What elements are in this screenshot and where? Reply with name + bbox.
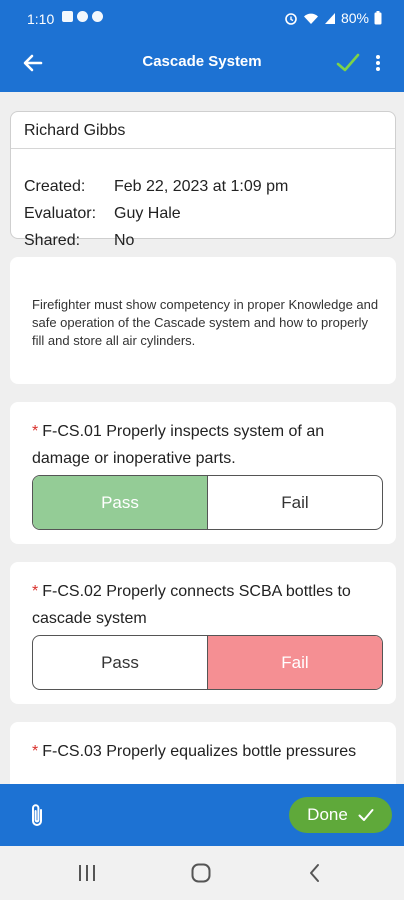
recent-apps-icon[interactable] [77,862,97,884]
done-button[interactable]: Done [289,797,392,833]
pass-fail-toggle: Pass Fail [32,635,383,690]
paperclip-icon[interactable] [26,802,48,830]
pass-fail-toggle: Pass Fail [32,475,383,530]
question-label: F-CS.02 Properly connects SCBA bottles t… [32,583,351,627]
signal-icon [324,12,335,24]
question-text: * F-CS.02 Properly connects SCBA bottles … [32,578,382,632]
pass-button[interactable]: Pass [33,636,208,689]
question-text: * F-CS.03 Properly equalizes bottle press… [32,738,382,765]
bottom-action-bar: Done [0,784,404,846]
checkmark-icon[interactable] [335,50,361,76]
back-nav-icon[interactable] [308,862,322,884]
check-icon [358,809,374,821]
candidate-name: Richard Gibbs [24,122,126,139]
description-card: Firefighter must show competency in prop… [10,257,396,384]
created-value: Feb 22, 2023 at 1:09 pm [114,178,289,195]
fail-button[interactable]: Fail [208,636,382,689]
created-label: Created: [24,178,86,195]
divider [11,148,395,149]
shared-row: Shared: No [24,232,134,250]
wifi-icon [303,13,318,24]
evaluator-label: Evaluator: [24,205,97,222]
question-label: F-CS.03 Properly equalizes bottle pressu… [42,743,357,760]
more-vert-icon[interactable] [371,50,385,76]
question-card-1: * F-CS.01 Properly inspects system of an … [10,402,396,544]
question-text: * F-CS.01 Properly inspects system of an … [32,418,382,472]
shared-value: No [114,232,135,249]
content-area[interactable]: Richard Gibbs Created: Feb 22, 2023 at 1… [0,92,404,784]
fail-button[interactable]: Fail [208,476,382,529]
status-bar: 1:10 80% [0,0,404,36]
required-marker: * [32,423,39,440]
created-row: Created: Feb 22, 2023 at 1:09 pm [24,178,288,196]
battery-percent: 80% [340,10,369,26]
record-info-card: Richard Gibbs Created: Feb 22, 2023 at 1… [10,111,396,249]
system-nav-bar [0,846,404,900]
gallery-notification-icon [62,11,73,22]
home-icon[interactable] [190,862,212,884]
status-time: 1:10 [27,11,55,27]
done-label: Done [307,805,348,824]
evaluator-value: Guy Hale [114,205,181,222]
pass-button[interactable]: Pass [33,476,208,529]
status-right: 80% [284,10,382,26]
question-card-2: * F-CS.02 Properly connects SCBA bottles … [10,562,396,704]
app-bar: Cascade System [0,36,404,92]
battery-icon [374,11,382,25]
question-label: F-CS.01 Properly inspects system of an d… [32,423,325,467]
question-card-3: * F-CS.03 Properly equalizes bottle press… [10,722,396,784]
app-notification-icon [77,11,88,22]
notification-icons [62,11,103,22]
evaluator-row: Evaluator: Guy Hale [24,205,181,223]
description-text: Firefighter must show competency in prop… [32,297,379,348]
messenger-notification-icon [92,11,103,22]
shared-label: Shared: [24,232,81,249]
required-marker: * [32,743,39,760]
alarm-icon [285,13,297,25]
required-marker: * [32,583,39,600]
